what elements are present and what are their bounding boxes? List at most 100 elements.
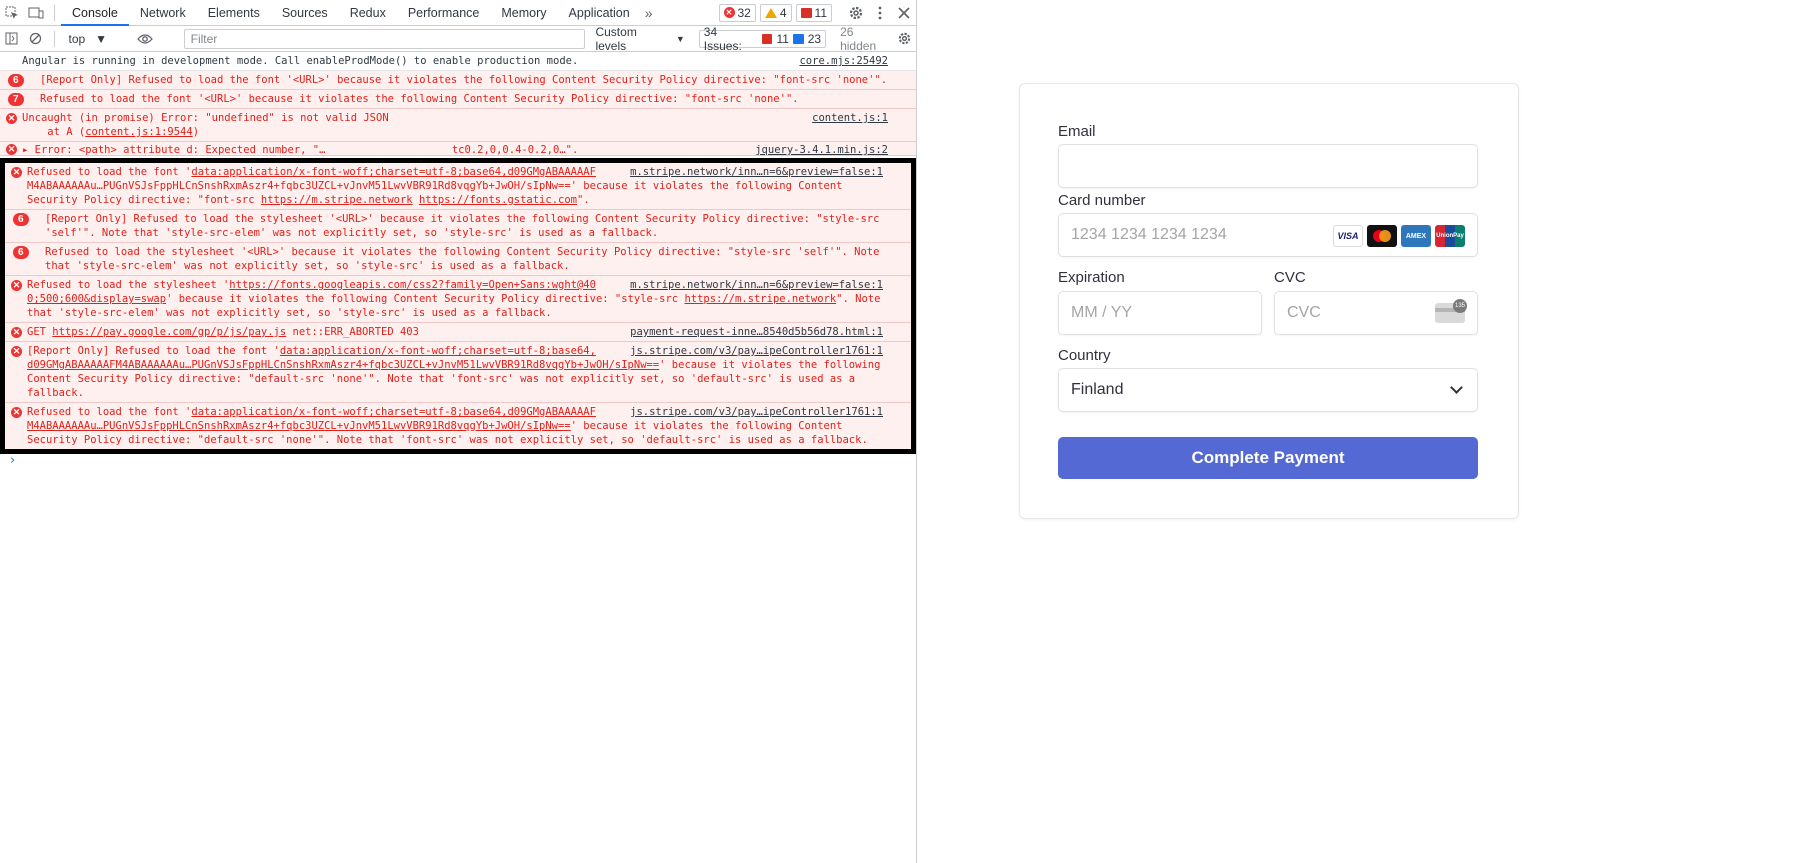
console-message: ✕ Refused to load the stylesheet 'https:… [5,276,911,323]
context-selector[interactable]: top ▼ [60,32,132,46]
cvc-field[interactable]: CVC 135 [1274,291,1478,335]
repeat-count-badge[interactable]: 7 [8,93,24,106]
console-message: 6 Refused to load the stylesheet '<URL>'… [5,243,911,276]
error-counter[interactable]: ✕ 32 [718,3,756,22]
message-text: Refused to load the font ' [27,406,192,418]
message-text: GET [27,326,53,338]
divider [54,4,55,21]
more-menu-icon[interactable] [868,1,892,25]
console-prompt[interactable]: › [0,454,916,468]
tabbar-right [844,1,916,25]
console-toolbar: top ▼ Filter Custom levels ▼ 34 Issues: … [0,25,916,53]
console-settings-icon[interactable] [892,27,916,51]
tab-console[interactable]: Console [61,0,129,26]
cvc-card-icon: 135 [1435,299,1467,323]
repeat-count-badge[interactable]: 6 [13,246,29,259]
chevron-down-icon [1450,381,1463,394]
card-number-label: Card number [1058,192,1146,209]
card-number-field[interactable]: 1234 1234 1234 1234 VISA AMEX UnionPay [1058,213,1478,257]
source-link[interactable]: m.stripe.network/inn…n=6&preview=false:1 [630,278,883,292]
message-link[interactable]: data:application/x-font-woff;charset=utf… [191,406,596,418]
stack-link[interactable]: content.js:1:9544 [85,126,192,138]
tab-redux[interactable]: Redux [339,0,397,26]
inspect-element-icon[interactable] [0,1,24,25]
card-brands: VISA AMEX UnionPay [1333,225,1465,247]
more-tabs-icon[interactable]: » [641,5,657,21]
console-message: ✕ Refused to load the font 'data:applica… [5,163,911,210]
warning-icon [764,7,777,18]
clear-console-icon[interactable] [24,27,48,51]
error-icon: ✕ [11,327,22,338]
complete-payment-button[interactable]: Complete Payment [1058,437,1478,479]
context-value: top [68,31,86,46]
message-link[interactable]: d09GMgABAAAAAFM4ABAAAAAAu…PUGnVSJsFppHLC… [27,359,659,371]
mastercard-icon [1367,225,1397,247]
message-text: Security Policy directive: "font-src [27,194,261,206]
issue-count: 11 [814,5,828,20]
tab-elements[interactable]: Elements [197,0,271,26]
devtools-tabbar: Console Network Elements Sources Redux P… [0,0,916,26]
message-link[interactable]: https://pay.google.com/gp/p/js/pay.js [52,326,286,338]
message-text: Refused to load the stylesheet '<URL>' b… [45,246,880,272]
close-icon[interactable] [892,1,916,25]
message-link[interactable]: https://fonts.googleapis.com/css2?family… [229,279,596,291]
highlighted-messages: ✕ Refused to load the font 'data:applica… [0,158,916,454]
tab-sources[interactable]: Sources [271,0,339,26]
message-text: ) [192,126,200,138]
message-text[interactable]: ▸ Error: <path> attribute d: Expected nu… [22,144,578,155]
levels-label: Custom levels [595,24,637,53]
message-text: ". [577,194,590,206]
filter-input[interactable]: Filter [183,28,586,49]
dropdown-arrow-icon: ▼ [95,31,108,46]
log-levels-dropdown[interactable]: Custom levels ▼ [595,25,684,53]
message-link[interactable]: https://m.stripe.network [684,293,836,305]
console-message: 6 [Report Only] Refused to load the font… [0,71,916,90]
message-link[interactable]: https://m.stripe.network [261,194,413,206]
error-icon: ✕ [11,346,22,357]
dropdown-arrow-icon: ▼ [675,33,685,44]
message-link[interactable]: data:application/x-font-woff;charset=utf… [191,166,596,178]
eye-icon[interactable] [133,27,157,51]
repeat-count-badge[interactable]: 6 [13,213,29,226]
message-link[interactable]: M4ABAAAAAAu…PUGnVSJsFppHLCnSnshRxmAszr4+… [27,180,842,192]
message-text: [Report Only] Refused to load the font ' [27,345,280,357]
message-link[interactable]: 0;500;600&display=swap [27,293,166,305]
message-text: [Report Only] Refused to load the styles… [45,213,880,239]
source-link[interactable]: m.stripe.network/inn…n=6&preview=false:1 [630,165,883,179]
issue-counter[interactable]: 11 [795,3,833,22]
tab-memory[interactable]: Memory [490,0,557,26]
devtools-panel: Console Network Elements Sources Redux P… [0,0,917,863]
source-link[interactable]: core.mjs:25492 [799,54,888,68]
gear-icon[interactable] [844,1,868,25]
source-link[interactable]: content.js:1 [812,111,888,125]
error-icon: ✕ [6,144,17,155]
source-link[interactable]: payment-request-inne…8540d5b56d78.html:1 [630,325,883,339]
tab-network[interactable]: Network [129,0,197,26]
issues-error-count: 11 [776,31,789,46]
source-link[interactable]: js.stripe.com/v3/pay…ipeController1761:1 [630,344,883,358]
country-select[interactable]: Finland [1058,368,1478,412]
sidebar-toggle-icon[interactable] [0,27,24,51]
device-toolbar-icon[interactable] [24,1,48,25]
message-link[interactable]: https://fonts.gstatic.com [419,194,577,206]
error-icon: ✕ [723,7,735,18]
console-message: ✕ [Report Only] Refused to load the font… [5,342,911,403]
issue-error-icon [761,33,773,44]
warning-counter[interactable]: 4 [759,3,792,22]
tab-performance[interactable]: Performance [397,0,491,26]
message-text: Angular is running in development mode. … [22,55,579,67]
country-value: Finland [1071,381,1124,398]
console-message: ✕ GET https://pay.google.com/gp/p/js/pay… [5,323,911,342]
message-link[interactable]: data:application/x-font-woff;charset=utf… [280,345,596,357]
repeat-count-badge[interactable]: 6 [8,74,24,87]
expiration-field[interactable]: MM / YY [1058,291,1262,335]
card-number-placeholder: 1234 1234 1234 1234 [1071,226,1227,243]
message-link[interactable]: M4ABAAAAAAu…PUGnVSJsFppHLCnSnshRxmAszr4+… [27,420,571,432]
email-field[interactable] [1058,144,1478,188]
error-icon: ✕ [11,407,22,418]
source-link[interactable]: js.stripe.com/v3/pay…ipeController1761:1 [630,405,883,419]
tab-application[interactable]: Application [558,0,641,26]
source-link[interactable]: jquery-3.4.1.min.js:2 [755,143,888,155]
issues-button[interactable]: 34 Issues: 11 23 [698,25,827,53]
message-text: ' because it violates the following Cont… [166,293,685,305]
